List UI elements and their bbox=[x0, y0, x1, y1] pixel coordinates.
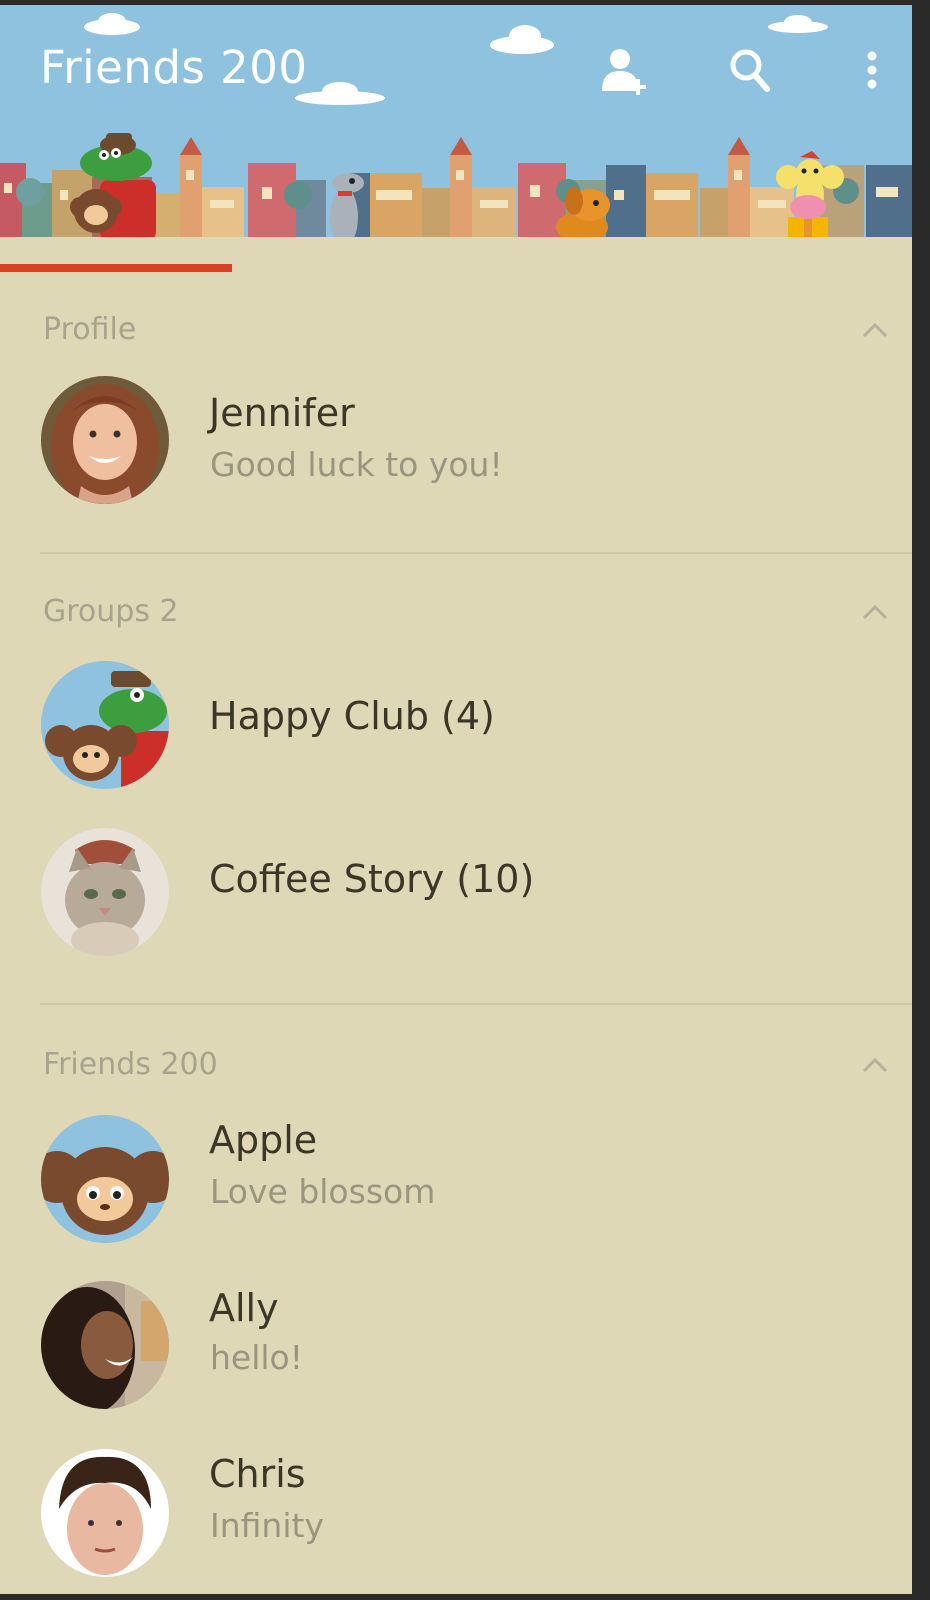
chevron-up-icon[interactable] bbox=[862, 604, 888, 620]
friend-row-apple[interactable]: Apple Love blossom bbox=[0, 1104, 912, 1254]
section-header-groups[interactable]: Groups 2 bbox=[0, 578, 912, 648]
add-friend-icon bbox=[602, 49, 646, 95]
nav-bar-edge bbox=[0, 1594, 930, 1600]
more-options-button[interactable] bbox=[842, 41, 902, 101]
avatar bbox=[41, 1281, 169, 1409]
more-vert-icon bbox=[867, 51, 877, 89]
divider bbox=[40, 1003, 912, 1005]
section-label: Groups 2 bbox=[43, 594, 179, 629]
section-header-friends[interactable]: Friends 200 bbox=[0, 1031, 912, 1101]
avatar bbox=[41, 376, 169, 504]
add-friend-button[interactable] bbox=[594, 41, 654, 101]
profile-name: Jennifer bbox=[209, 391, 355, 435]
friend-name: Ally bbox=[209, 1286, 279, 1330]
screen-edge bbox=[912, 0, 930, 1600]
section-label: Profile bbox=[43, 312, 137, 347]
profile-status: Good luck to you! bbox=[210, 445, 503, 484]
friend-name: Apple bbox=[209, 1118, 318, 1162]
search-button[interactable] bbox=[720, 41, 780, 101]
avatar bbox=[41, 661, 169, 789]
header-banner: Friends 200 bbox=[0, 5, 912, 237]
page-title: Friends 200 bbox=[40, 41, 308, 94]
friend-status: hello! bbox=[210, 1338, 303, 1377]
group-name: Happy Club (4) bbox=[209, 694, 495, 738]
chevron-up-icon[interactable] bbox=[862, 1057, 888, 1073]
section-header-profile[interactable]: Profile bbox=[0, 296, 912, 366]
group-name: Coffee Story (10) bbox=[209, 857, 535, 901]
group-row-happy-club[interactable]: Happy Club (4) bbox=[0, 650, 912, 800]
active-tab-indicator bbox=[0, 264, 232, 272]
friend-row-chris[interactable]: Chris Infinity bbox=[0, 1438, 912, 1588]
section-label: Friends 200 bbox=[43, 1047, 218, 1082]
friend-name: Chris bbox=[209, 1452, 306, 1496]
avatar bbox=[41, 828, 169, 956]
status-bar-edge bbox=[0, 0, 930, 5]
search-icon bbox=[730, 49, 770, 92]
friend-row-ally[interactable]: Ally hello! bbox=[0, 1270, 912, 1420]
profile-row[interactable]: Jennifer Good luck to you! bbox=[0, 365, 912, 515]
friend-status: Infinity bbox=[210, 1506, 324, 1545]
avatar bbox=[41, 1449, 169, 1577]
avatar bbox=[41, 1115, 169, 1243]
divider bbox=[40, 552, 912, 554]
chevron-up-icon[interactable] bbox=[862, 322, 888, 338]
town-illustration bbox=[0, 13, 912, 237]
group-row-coffee-story[interactable]: Coffee Story (10) bbox=[0, 817, 912, 967]
friend-status: Love blossom bbox=[210, 1172, 436, 1211]
